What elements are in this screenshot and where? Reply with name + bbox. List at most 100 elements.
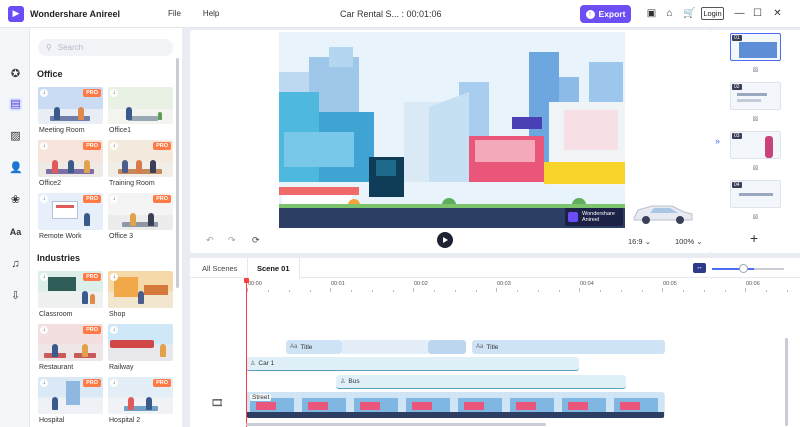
tab-all-scenes[interactable]: All Scenes [202,264,237,273]
chevron-down-icon: ⌄ [644,237,651,246]
minimize-icon[interactable]: — [734,8,745,19]
text-icon[interactable]: Aa [9,226,22,239]
cart-icon[interactable]: 🛒 [683,8,695,19]
import-icon[interactable]: ⇩ [9,290,22,303]
scene-card-03[interactable]: 03 [730,131,781,159]
download-icon[interactable]: ↓ [40,326,48,334]
title-track-clip-tail[interactable] [428,340,466,354]
download-icon[interactable]: ↓ [110,379,118,387]
music-icon[interactable]: ♫ [9,258,22,271]
template-meeting-room[interactable]: ↓ PRO [38,87,103,124]
zoom-select[interactable]: 100% ⌄ [675,237,703,246]
props-icon[interactable]: ❀ [9,194,22,207]
ruler-label: 00:04 [580,281,594,287]
export-button[interactable]: ↑ Export [580,5,631,23]
download-icon[interactable]: ↓ [40,142,48,150]
text-clip-icon: Aa [290,344,298,350]
bus-track-clip[interactable]: ♙ Bus [336,375,626,389]
timeline-vertical-scrollbar[interactable] [785,338,788,426]
template-office2[interactable]: ↓ PRO [38,140,103,177]
collapse-arrow-icon[interactable]: » [715,136,720,146]
title-track-clip[interactable]: Aa Title [286,340,342,354]
template-office-3[interactable]: ↓ PRO [108,193,173,230]
timeline-horizontal-scrollbar[interactable] [246,423,546,426]
download-icon[interactable]: ↓ [110,326,118,334]
zoom-slider-track[interactable] [754,268,784,270]
scene-card-02[interactable]: 02 [730,82,781,110]
menu-file[interactable]: File [168,9,181,18]
undo-icon[interactable]: ↶ [206,235,214,246]
scene-card-01[interactable]: 01 [730,33,781,61]
template-label: Office 3 [109,233,133,240]
tool-rail: ✪ ▤ ▨ 👤 ❀ Aa ♫ ⇩ [0,28,30,427]
home-icon[interactable]: ⌂ [664,8,675,19]
reel-icon[interactable]: ✪ [9,68,22,81]
close-icon[interactable]: ✕ [772,8,783,19]
scene-link-icon[interactable]: ⊠ [751,165,760,172]
pro-badge: PRO [153,142,171,150]
search-box[interactable]: ⚲ [38,39,173,56]
scene-card-04[interactable]: 04 [730,180,781,208]
street-scene-illustration [279,32,625,228]
template-remote-work[interactable]: ↓ PRO [38,193,103,230]
time-ruler[interactable]: 00:00 00:01 00:02 00:03 00:04 00:05 00:0… [245,280,800,292]
background-track-clip[interactable]: Street [246,392,665,418]
download-icon[interactable]: ↓ [40,273,48,281]
scene-number: 04 [732,182,742,188]
template-label: Railway [109,364,134,371]
search-icon: ⚲ [46,43,52,52]
download-icon[interactable]: ↓ [110,273,118,281]
download-icon[interactable]: ↓ [40,379,48,387]
template-classroom[interactable]: ↓ PRO [38,271,103,308]
menu-help[interactable]: Help [203,9,219,18]
pro-badge: PRO [153,195,171,203]
template-training-room[interactable]: ↓ PRO [108,140,173,177]
scene-link-icon[interactable]: ⊠ [751,116,760,123]
search-input[interactable] [57,43,158,52]
title-clip-label: Title [300,343,313,351]
template-hospital[interactable]: ↓ PRO [38,377,103,414]
pro-badge: PRO [83,273,101,281]
fit-timeline-icon[interactable]: ↔ [693,263,706,273]
template-railway[interactable]: ↓ [108,324,173,361]
timeline-tabs: All Scenes Scene 01 ↔ [190,258,800,279]
background-track-icon: 🎞 [211,398,224,409]
library-scrollbar[interactable] [176,58,179,288]
play-button[interactable] [437,232,453,248]
template-restaurant[interactable]: ↓ PRO [38,324,103,361]
maximize-icon[interactable]: ☐ [752,8,763,19]
text-clip-icon: Aa [476,344,484,350]
reset-icon[interactable]: ⟳ [252,235,260,246]
template-office1[interactable]: ↓ [108,87,173,124]
stage-panel: Wondershare Anireel ↶ ↷ ⟳ 16:9 ⌄ 100% ⌄ [190,30,711,253]
scene-library-icon[interactable]: ▤ [9,98,22,111]
download-icon[interactable]: ↓ [40,195,48,203]
save-icon[interactable]: ▣ [646,8,657,19]
zoom-slider-handle[interactable] [739,264,748,273]
actor-clip-icon: ♙ [250,361,256,367]
aspect-ratio-select[interactable]: 16:9 ⌄ [628,237,651,246]
add-scene-icon[interactable]: + [750,230,758,246]
title-track-clip-2[interactable]: Aa Title [472,340,665,354]
title-track-gap[interactable] [342,340,428,354]
template-label: Office1 [109,127,132,134]
download-icon[interactable]: ↓ [110,89,118,97]
scene-link-icon[interactable]: ⊠ [751,67,760,74]
character-icon[interactable]: 👤 [9,162,23,175]
playhead[interactable] [244,278,249,427]
transition-icon[interactable]: ▨ [9,130,22,143]
template-hospital-2[interactable]: ↓ PRO [108,377,173,414]
download-icon[interactable]: ↓ [110,142,118,150]
ruler-label: 00:05 [663,281,677,287]
tab-scene-01[interactable]: Scene 01 [247,258,300,279]
login-button[interactable]: Login [701,7,724,20]
car-track-clip[interactable]: ♙ Car 1 [246,357,579,371]
car-character[interactable] [630,200,696,226]
redo-icon[interactable]: ↷ [228,235,236,246]
scene-link-icon[interactable]: ⊠ [751,214,760,221]
preview-canvas[interactable]: Wondershare Anireel [279,32,625,228]
download-icon[interactable]: ↓ [110,195,118,203]
download-icon[interactable]: ↓ [40,89,48,97]
watermark-line2: Anireel [582,217,600,223]
template-shop[interactable]: ↓ [108,271,173,308]
